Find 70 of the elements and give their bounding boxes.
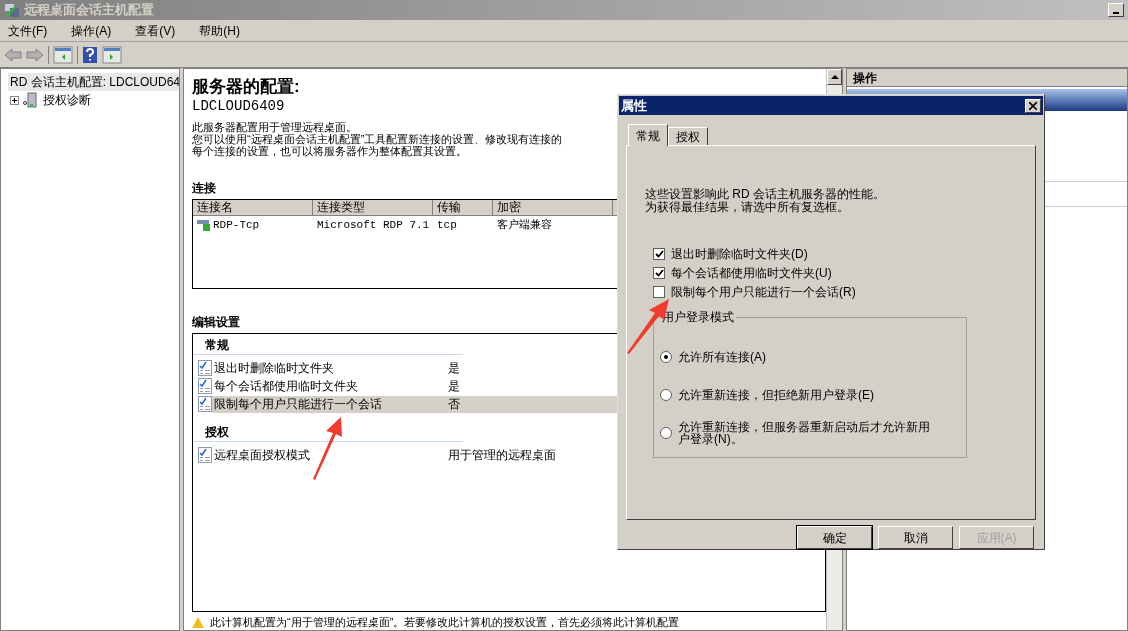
settings-sheet-icon xyxy=(198,396,212,412)
table-cell-text: Microsoft RDP 7.1 xyxy=(317,217,430,233)
section-heading: 连接 xyxy=(192,180,216,197)
server-icon xyxy=(23,92,37,108)
setting-value: 否 xyxy=(448,396,460,413)
intro-text: 这些设置影响此 RD 会话主机服务器的性能。 xyxy=(645,188,886,201)
page-heading: 服务器的配置: xyxy=(192,77,300,97)
menu-item[interactable]: 帮助(H) xyxy=(195,21,244,40)
minimize-button[interactable] xyxy=(1108,3,1124,17)
section-heading: 编辑设置 xyxy=(192,314,240,331)
dialog-title: 属性 xyxy=(621,96,648,115)
scroll-up-button[interactable] xyxy=(827,69,842,85)
menu-item[interactable]: 操作(A) xyxy=(67,21,116,40)
menu-item[interactable]: 文件(F) xyxy=(4,21,52,40)
dialog-button[interactable]: 确定 xyxy=(797,526,872,549)
radio-label: 允许所有连接(A) xyxy=(678,351,767,363)
group-heading: 常规 xyxy=(205,337,229,354)
annotation-arrow xyxy=(311,415,345,481)
setting-name: 限制每个用户只能进行一个会话 xyxy=(213,396,383,413)
warning-text: 此计算机配置为“用于管理的远程桌面”。若要修改此计算机的授权设置，首先必须将此计算机配置 xyxy=(210,614,680,630)
checkbox[interactable] xyxy=(653,285,665,298)
table-cell-text: 客户端兼容 xyxy=(497,217,552,233)
expand-toggle[interactable] xyxy=(10,95,19,105)
radio-label: 允许重新连接，但服务器重新启动后才允许新用户登录(N)。 xyxy=(678,421,931,445)
annotation-arrow xyxy=(625,297,671,355)
setting-name: 每个会话都使用临时文件夹 xyxy=(213,378,359,395)
actions-header: 操作 xyxy=(847,69,1127,87)
dialog-button[interactable]: 取消 xyxy=(878,526,953,549)
radio-button[interactable] xyxy=(660,389,672,401)
table-cell-text: RDP-Tcp xyxy=(213,217,260,233)
settings-sheet-icon xyxy=(198,360,212,376)
tree-item[interactable]: RD 会话主机配置: LDCLOUD64 xyxy=(8,73,179,91)
settings-sheet-icon xyxy=(198,447,212,463)
checkbox[interactable] xyxy=(653,266,665,279)
action-pane-icon[interactable] xyxy=(102,45,122,64)
server-name: LDCLOUD6409 xyxy=(192,97,285,115)
description-text: 您可以使用“远程桌面会话主机配置”工具配置新连接的设置、修改现有连接的 xyxy=(192,133,563,145)
radio-button[interactable] xyxy=(660,427,672,439)
column-header[interactable]: 连接类型 xyxy=(313,200,433,216)
close-button[interactable] xyxy=(1025,98,1041,113)
checkbox[interactable] xyxy=(653,247,665,260)
menu-item[interactable]: 查看(V) xyxy=(131,21,180,40)
window-title: 远程桌面会话主机配置 xyxy=(24,1,155,20)
description-text: 每个连接的设置，也可以将服务器作为整体配置其设置。 xyxy=(192,145,467,157)
description-text: 此服务器配置用于管理远程桌面。 xyxy=(192,121,357,133)
checkbox-label: 每个会话都使用临时文件夹(U) xyxy=(671,264,832,282)
setting-value: 是 xyxy=(448,360,460,377)
console-tree-icon[interactable] xyxy=(53,45,73,64)
app-icon xyxy=(4,2,20,18)
column-header[interactable]: 加密 xyxy=(493,200,613,216)
checkbox-label: 限制每个用户只能进行一个会话(R) xyxy=(671,283,856,301)
tree-item[interactable]: 授权诊断 xyxy=(41,91,93,109)
setting-name: 退出时删除临时文件夹 xyxy=(213,360,335,377)
intro-text: 为获得最佳结果，请选中所有复选框。 xyxy=(645,201,850,214)
help-icon[interactable] xyxy=(82,45,98,64)
setting-value: 是 xyxy=(448,378,460,395)
setting-name: 远程桌面授权模式 xyxy=(213,447,311,464)
column-header[interactable]: 连接名 xyxy=(193,200,313,216)
column-header[interactable]: 传输 xyxy=(433,200,493,216)
warning-icon xyxy=(192,616,204,628)
checkbox-label: 退出时删除临时文件夹(D) xyxy=(671,245,808,263)
dialog-tab[interactable]: 常规 xyxy=(628,124,668,146)
table-cell-text: tcp xyxy=(437,217,457,233)
group-heading: 授权 xyxy=(205,424,229,441)
dialog-tab[interactable]: 授权 xyxy=(668,127,708,145)
setting-value: 用于管理的远程桌面 xyxy=(448,447,556,464)
settings-sheet-icon xyxy=(198,378,212,394)
close-icon xyxy=(1029,101,1037,110)
connection-icon xyxy=(197,219,211,231)
radio-button[interactable] xyxy=(660,351,672,363)
